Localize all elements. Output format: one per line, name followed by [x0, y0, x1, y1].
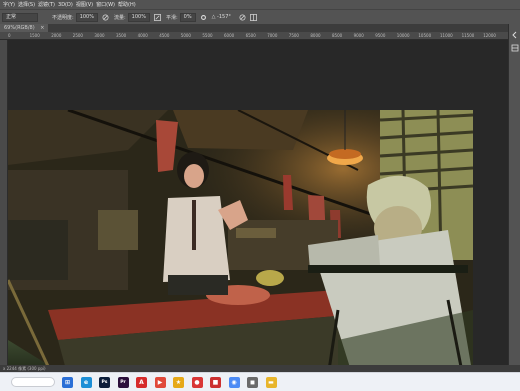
photoshop-icon[interactable]: Ps — [99, 377, 110, 388]
ruler-tick-label: 9000 — [353, 33, 364, 38]
canvas-artwork[interactable] — [8, 110, 473, 377]
yellow-app-icon[interactable]: ★ — [173, 377, 184, 388]
smoothing-label: 平滑: — [165, 14, 178, 21]
status-bar: x 2244 像素 (300 ppi) — [0, 365, 520, 372]
ruler-tick-label: 4500 — [159, 33, 170, 38]
gear-icon[interactable] — [200, 14, 207, 21]
ruler-tick-label: 8500 — [332, 33, 343, 38]
symmetry-icon[interactable] — [249, 13, 257, 21]
ruler-tick-label: 11000 — [440, 33, 453, 38]
file-explorer-icon[interactable]: ▬ — [265, 377, 277, 388]
ruler-tick-label: 4000 — [137, 33, 148, 38]
menu-bar: 字(Y) 选择(S) 滤镜(T) 3D(D) 视图(V) 窗口(W) 帮助(H) — [0, 0, 520, 9]
canvas-workspace[interactable] — [8, 40, 508, 377]
history-panel-icon[interactable] — [511, 44, 519, 52]
ruler-tick-label: 1500 — [29, 33, 40, 38]
ruler-tick-label: 6500 — [245, 33, 256, 38]
ruler-tick-label: 3000 — [94, 33, 105, 38]
wechat-icon[interactable]: ◼ — [247, 377, 258, 388]
premiere-icon[interactable]: Pr — [117, 377, 129, 388]
ruler-tick-label: 5000 — [180, 33, 191, 38]
flow-label: 流量: — [113, 14, 126, 21]
ruler-tick-label: 5500 — [202, 33, 213, 38]
menu-item[interactable]: 窗口(W) — [96, 1, 115, 8]
ruler-tick-label: 7500 — [288, 33, 299, 38]
pressure-size-icon[interactable] — [239, 14, 246, 21]
menu-item[interactable]: 3D(D) — [58, 2, 73, 8]
document-tab-bar: 69%(RGB/8) × — [0, 24, 508, 32]
ruler-tick-label: 10000 — [396, 33, 410, 38]
windows-start-icon[interactable]: ⊞ — [62, 377, 73, 388]
collapsed-panel-strip — [508, 24, 520, 365]
menu-item[interactable]: 滤镜(T) — [38, 1, 55, 8]
chrome-icon[interactable]: ◉ — [228, 377, 240, 388]
ruler-tick-label: 3500 — [116, 33, 127, 38]
vertical-ruler — [0, 40, 8, 365]
red-circle-app-icon[interactable]: ● — [191, 377, 203, 388]
ruler-tick-label: 9500 — [375, 33, 386, 38]
red-app-icon[interactable]: ▶ — [154, 377, 166, 388]
ruler-tick-label: 8000 — [310, 33, 321, 38]
horizontal-ruler: 0 1500 2000 2500 3000 3500 4000 4500 5000 5500 600… — [0, 32, 508, 40]
menu-item[interactable]: 字(Y) — [3, 1, 15, 8]
menu-item[interactable]: 视图(V) — [76, 1, 93, 8]
ruler-tick-label: 6000 — [224, 33, 235, 38]
windows-taskbar: ⊞ e Ps Pr A ▶ ★ ● ■ ◉ ◼ ▬ — [0, 372, 520, 391]
blend-mode-select[interactable]: 正常 — [2, 12, 38, 22]
taskbar-search-input[interactable] — [11, 377, 55, 387]
smoothing-input[interactable]: 0% — [179, 12, 196, 22]
opacity-label: 不透明度: — [52, 14, 74, 21]
ruler-tick-label: 7000 — [267, 33, 278, 38]
angle-input[interactable]: △ -157° — [212, 14, 231, 20]
pressure-opacity-icon[interactable] — [102, 14, 109, 21]
document-size-text: x 2244 像素 (300 ppi) — [3, 365, 46, 371]
options-bar: 正常 不透明度: 100% 流量: 100% 平滑: 0% △ -157° — [0, 9, 520, 25]
ruler-tick-label: 11500 — [461, 33, 475, 38]
opacity-input[interactable]: 100% — [75, 12, 98, 22]
document-tab[interactable]: 69%(RGB/8) × — [0, 24, 49, 32]
red-app-2-icon[interactable]: ■ — [210, 377, 221, 388]
acrobat-icon[interactable]: A — [136, 377, 147, 388]
close-icon[interactable]: × — [40, 25, 44, 31]
document-tab-title: 69%(RGB/8) — [4, 25, 35, 31]
edge-icon[interactable]: e — [80, 377, 92, 388]
expand-panels-icon[interactable] — [511, 31, 519, 39]
ruler-tick-label: 0 — [8, 33, 11, 38]
ruler-tick-label: 12000 — [483, 33, 496, 38]
ruler-tick-label: 2000 — [51, 33, 62, 38]
menu-item[interactable]: 帮助(H) — [118, 1, 136, 8]
ruler-tick-label: 10500 — [418, 33, 432, 38]
airbrush-icon[interactable] — [154, 13, 161, 21]
ruler-tick-label: 2500 — [72, 33, 83, 38]
menu-item[interactable]: 选择(S) — [18, 1, 35, 8]
flow-input[interactable]: 100% — [127, 12, 150, 22]
